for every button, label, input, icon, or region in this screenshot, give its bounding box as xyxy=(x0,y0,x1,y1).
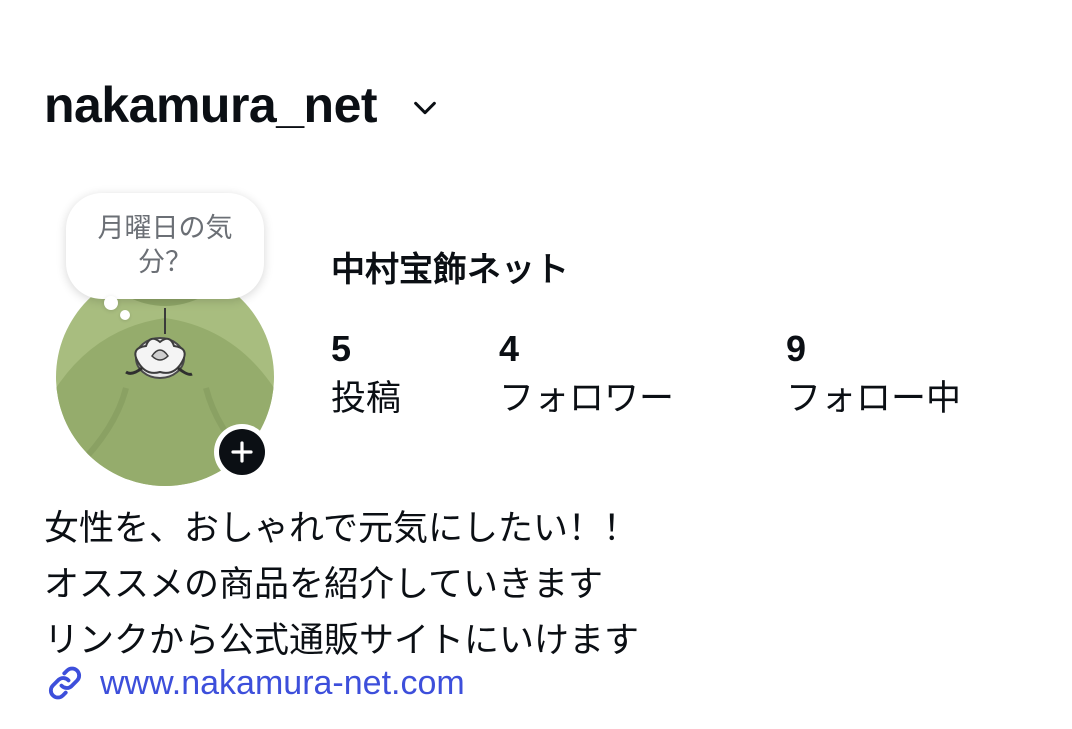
posts-label: 投稿 xyxy=(331,379,402,419)
display-name: 中村宝飾ネット xyxy=(331,250,569,290)
plus-icon xyxy=(231,441,253,463)
note-tail-dot xyxy=(104,296,118,310)
profile-page: nakamura_net 月曜日の気分？ 中村宝飾ネット 5 投稿 4 フォロワ… xyxy=(0,0,1072,729)
website-link[interactable]: www.nakamura-net.com xyxy=(44,660,465,706)
bio-line: オススメの商品を紹介していきます xyxy=(44,565,603,605)
account-switcher[interactable]: nakamura_net xyxy=(44,74,439,136)
add-story-button[interactable] xyxy=(214,424,270,480)
profile-avatar-container[interactable] xyxy=(56,268,274,486)
followers-count: 4 xyxy=(499,328,520,369)
note-tail-dot-small xyxy=(120,310,130,320)
followers-stat[interactable]: 4 フォロワー xyxy=(499,328,674,422)
posts-stat[interactable]: 5 投稿 xyxy=(331,328,401,422)
bio-line: 女性を、おしゃれで元気にしたい！！ xyxy=(44,509,638,549)
following-count: 9 xyxy=(786,328,807,369)
following-stat[interactable]: 9 フォロー中 xyxy=(786,328,961,422)
following-label: フォロー中 xyxy=(786,379,962,419)
note-text: 月曜日の気分？ xyxy=(97,213,233,278)
username: nakamura_net xyxy=(44,77,378,133)
website-link-text[interactable]: www.nakamura-net.com xyxy=(100,660,465,706)
bio: 女性を、おしゃれで元気にしたい！！ オススメの商品を紹介していきます リンクから… xyxy=(44,501,639,669)
link-icon xyxy=(48,666,82,700)
chevron-down-icon[interactable] xyxy=(411,94,439,122)
posts-count: 5 xyxy=(331,328,352,369)
note-bubble[interactable]: 月曜日の気分？ xyxy=(66,193,264,299)
followers-label: フォロワー xyxy=(499,379,675,419)
